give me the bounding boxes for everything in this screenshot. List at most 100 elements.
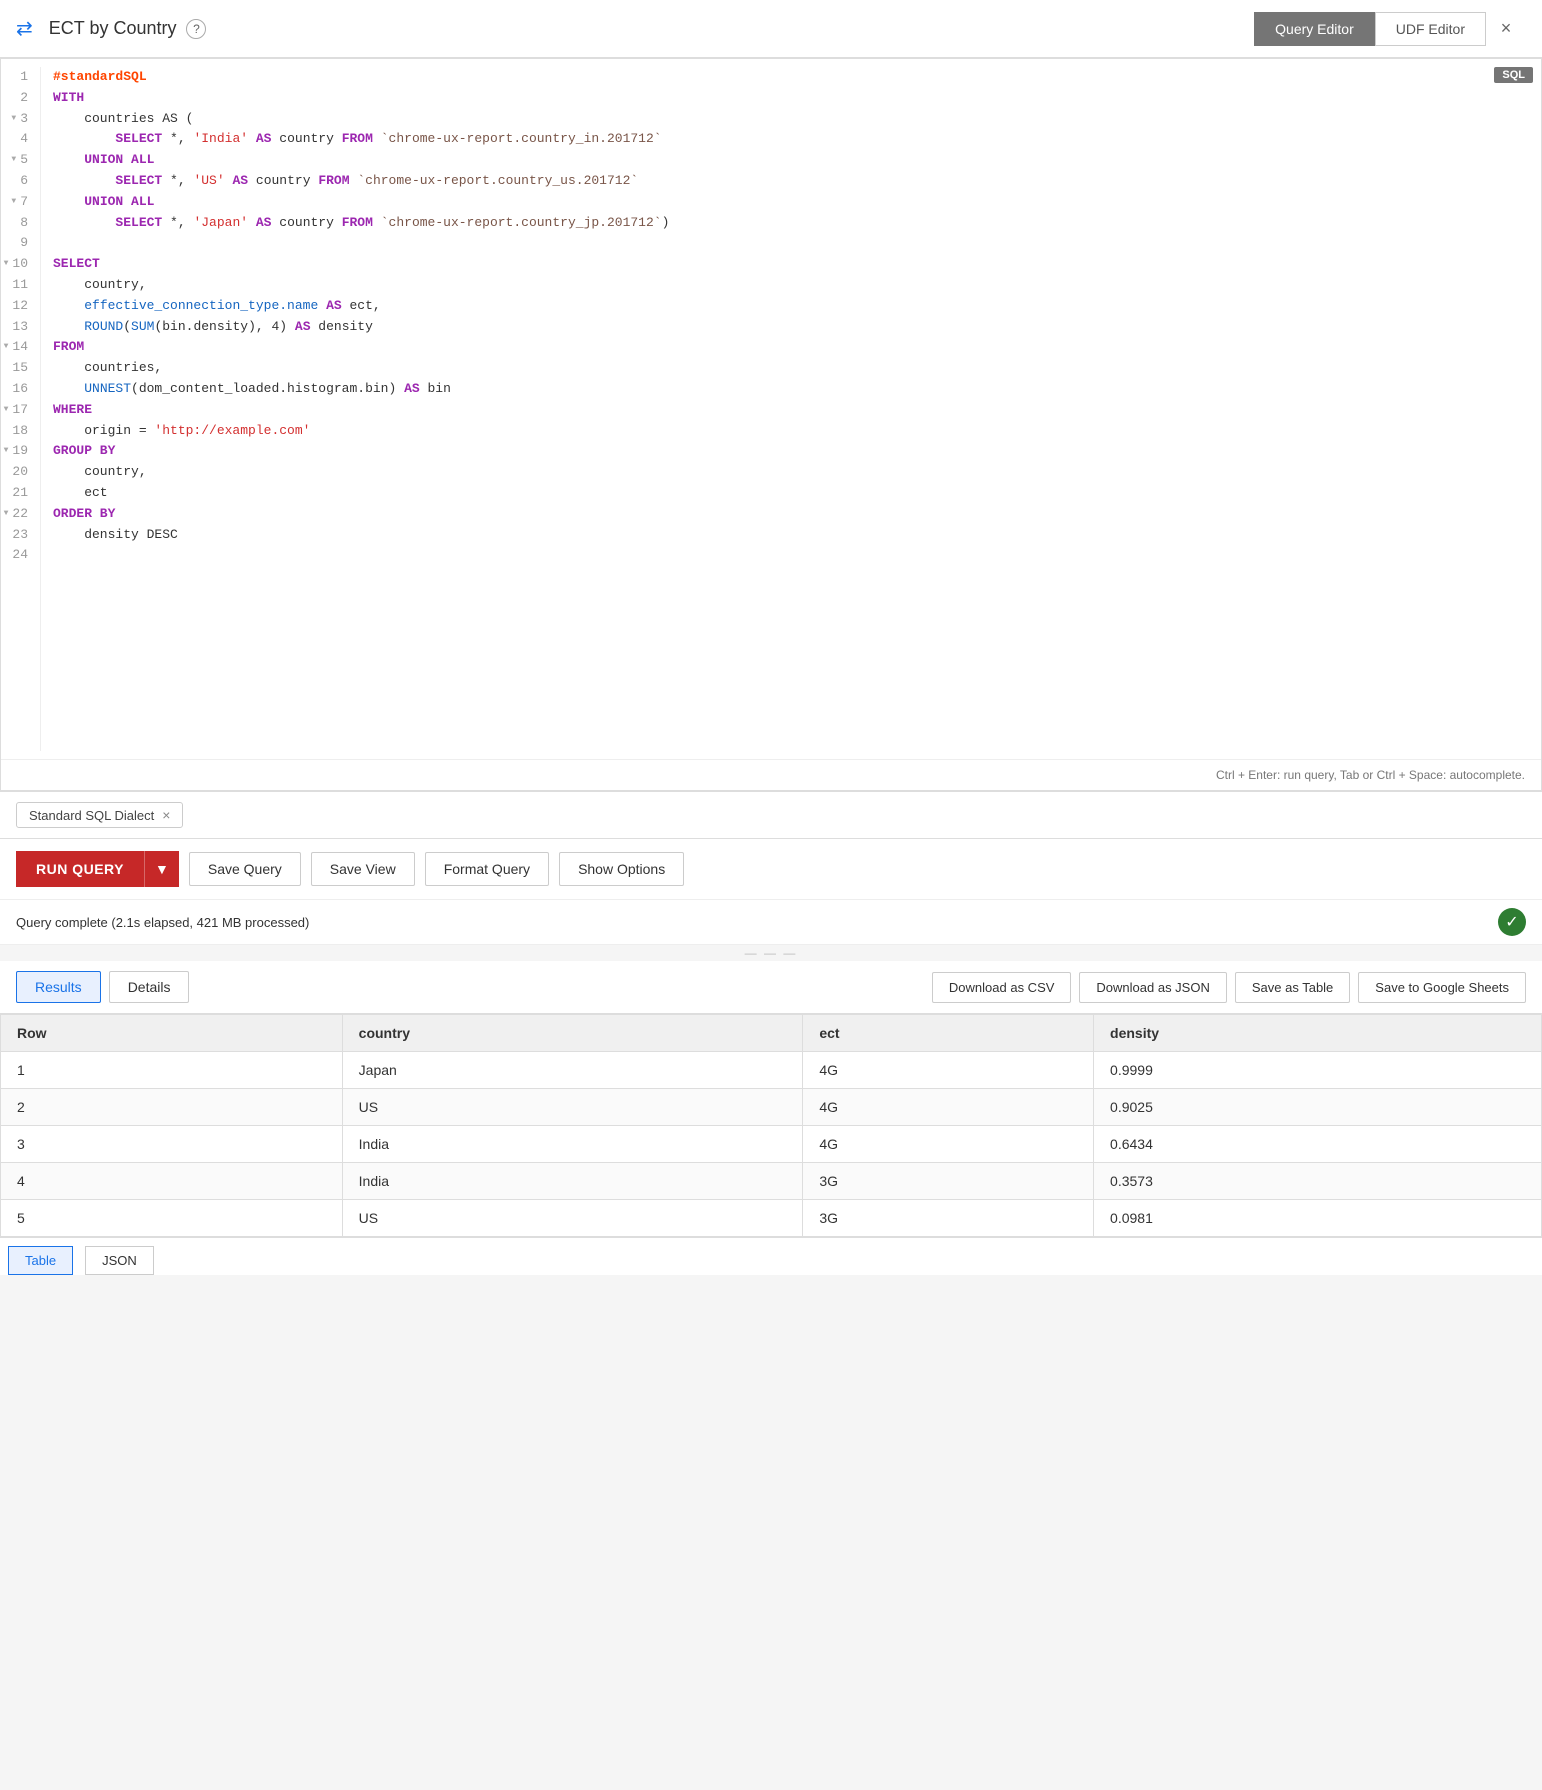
table-row: 3India4G0.6434 xyxy=(1,1126,1542,1163)
cell-r4-c0: 4 xyxy=(1,1163,343,1200)
line-4-num: 4 xyxy=(9,129,32,150)
shortcut-hint: Ctrl + Enter: run query, Tab or Ctrl + S… xyxy=(1216,768,1525,782)
dialect-tag[interactable]: Standard SQL Dialect × xyxy=(16,802,183,828)
save-sheets-button[interactable]: Save to Google Sheets xyxy=(1358,972,1526,1003)
success-icon: ✓ xyxy=(1498,908,1526,936)
close-button[interactable]: × xyxy=(1486,9,1526,49)
dialect-bar: Standard SQL Dialect × xyxy=(0,791,1542,839)
code-line-9 xyxy=(53,233,1529,254)
save-view-button[interactable]: Save View xyxy=(311,852,415,886)
line-numbers: 1 2 ▼3 4 ▼5 6 ▼7 8 9 ▼10 11 12 13 ▼14 15… xyxy=(1,67,41,751)
line-22-num: ▼22 xyxy=(9,504,32,525)
table-row: 1Japan4G0.9999 xyxy=(1,1052,1542,1089)
code-line-10: SELECT xyxy=(53,254,1529,275)
line-17-num: ▼17 xyxy=(9,400,32,421)
line-16-num: 16 xyxy=(9,379,32,400)
cell-r3-c0: 3 xyxy=(1,1126,343,1163)
run-query-dropdown[interactable]: ▼ xyxy=(144,851,179,887)
dialect-label: Standard SQL Dialect xyxy=(29,808,154,823)
cell-r3-c2: 4G xyxy=(803,1126,1094,1163)
code-line-23: density DESC xyxy=(53,525,1529,546)
format-query-button[interactable]: Format Query xyxy=(425,852,549,886)
code-line-14: FROM xyxy=(53,337,1529,358)
line-7-num: ▼7 xyxy=(9,192,32,213)
drag-handle: — — — xyxy=(745,946,798,960)
tab-query-editor[interactable]: Query Editor xyxy=(1254,12,1375,46)
download-csv-button[interactable]: Download as CSV xyxy=(932,972,1072,1003)
line-11-num: 11 xyxy=(9,275,32,296)
code-area[interactable]: 1 2 ▼3 4 ▼5 6 ▼7 8 9 ▼10 11 12 13 ▼14 15… xyxy=(1,59,1541,759)
cell-r3-c3: 0.6434 xyxy=(1094,1126,1542,1163)
editor-footer: Ctrl + Enter: run query, Tab or Ctrl + S… xyxy=(1,759,1541,790)
save-table-button[interactable]: Save as Table xyxy=(1235,972,1350,1003)
line-3-num: ▼3 xyxy=(9,109,32,130)
cell-r1-c2: 4G xyxy=(803,1052,1094,1089)
line-23-num: 23 xyxy=(9,525,32,546)
cell-r5-c3: 0.0981 xyxy=(1094,1200,1542,1237)
line-2-num: 2 xyxy=(9,88,32,109)
code-line-16: UNNEST(dom_content_loaded.histogram.bin)… xyxy=(53,379,1529,400)
cell-r5-c2: 3G xyxy=(803,1200,1094,1237)
col-header-row: Row xyxy=(1,1015,343,1052)
line-21-num: 21 xyxy=(9,483,32,504)
table-header-row: Row country ect density xyxy=(1,1015,1542,1052)
code-line-6: SELECT *, 'US' AS country FROM `chrome-u… xyxy=(53,171,1529,192)
cell-r4-c1: India xyxy=(342,1163,803,1200)
code-line-5: UNION ALL xyxy=(53,150,1529,171)
line-8-num: 8 xyxy=(9,213,32,234)
table-row: 2US4G0.9025 xyxy=(1,1089,1542,1126)
cell-r1-c0: 1 xyxy=(1,1052,343,1089)
link-icon: ⇄ xyxy=(16,16,33,41)
code-editor: SQL 1 2 ▼3 4 ▼5 6 ▼7 8 9 ▼10 11 12 13 ▼1… xyxy=(0,58,1542,791)
line-5-num: ▼5 xyxy=(9,150,32,171)
show-options-button[interactable]: Show Options xyxy=(559,852,684,886)
code-line-2: WITH xyxy=(53,88,1529,109)
results-header: Results Details Download as CSV Download… xyxy=(0,961,1542,1014)
run-query-button[interactable]: RUN QUERY xyxy=(16,851,144,887)
line-15-num: 15 xyxy=(9,358,32,379)
save-query-button[interactable]: Save Query xyxy=(189,852,301,886)
code-line-18: origin = 'http://example.com' xyxy=(53,421,1529,442)
cell-r1-c1: Japan xyxy=(342,1052,803,1089)
code-line-21: ect xyxy=(53,483,1529,504)
results-tab-results[interactable]: Results xyxy=(16,971,101,1003)
code-line-19: GROUP BY xyxy=(53,441,1529,462)
bottom-tabs: Table JSON xyxy=(0,1237,1542,1275)
code-line-11: country, xyxy=(53,275,1529,296)
cell-r2-c0: 2 xyxy=(1,1089,343,1126)
line-14-num: ▼14 xyxy=(9,337,32,358)
col-header-country: country xyxy=(342,1015,803,1052)
cell-r4-c2: 3G xyxy=(803,1163,1094,1200)
code-line-24 xyxy=(53,545,1529,566)
bottom-tab-json[interactable]: JSON xyxy=(85,1246,154,1275)
status-bar: Query complete (2.1s elapsed, 421 MB pro… xyxy=(0,900,1542,945)
col-header-density: density xyxy=(1094,1015,1542,1052)
cell-r1-c3: 0.9999 xyxy=(1094,1052,1542,1089)
status-message: Query complete (2.1s elapsed, 421 MB pro… xyxy=(16,915,309,930)
cell-r5-c1: US xyxy=(342,1200,803,1237)
bottom-tab-table[interactable]: Table xyxy=(8,1246,73,1275)
header-left: ⇄ ECT by Country ? xyxy=(16,16,206,41)
sql-badge: SQL xyxy=(1494,67,1533,83)
dialect-close-icon[interactable]: × xyxy=(162,807,170,823)
cell-r3-c1: India xyxy=(342,1126,803,1163)
table-row: 4India3G0.3573 xyxy=(1,1163,1542,1200)
code-lines[interactable]: #standardSQL WITH countries AS ( SELECT … xyxy=(41,67,1541,751)
header: ⇄ ECT by Country ? Query Editor UDF Edit… xyxy=(0,0,1542,58)
download-json-button[interactable]: Download as JSON xyxy=(1079,972,1226,1003)
col-header-ect: ect xyxy=(803,1015,1094,1052)
run-query-wrap: RUN QUERY ▼ xyxy=(16,851,179,887)
cell-r5-c0: 5 xyxy=(1,1200,343,1237)
code-line-12: effective_connection_type.name AS ect, xyxy=(53,296,1529,317)
results-tab-details[interactable]: Details xyxy=(109,971,190,1003)
tab-udf-editor[interactable]: UDF Editor xyxy=(1375,12,1486,46)
line-20-num: 20 xyxy=(9,462,32,483)
code-line-13: ROUND(SUM(bin.density), 4) AS density xyxy=(53,317,1529,338)
line-12-num: 12 xyxy=(9,296,32,317)
table-row: 5US3G0.0981 xyxy=(1,1200,1542,1237)
drag-divider[interactable]: — — — xyxy=(0,945,1542,961)
line-19-num: ▼19 xyxy=(9,441,32,462)
help-icon[interactable]: ? xyxy=(186,19,206,39)
code-line-20: country, xyxy=(53,462,1529,483)
line-18-num: 18 xyxy=(9,421,32,442)
